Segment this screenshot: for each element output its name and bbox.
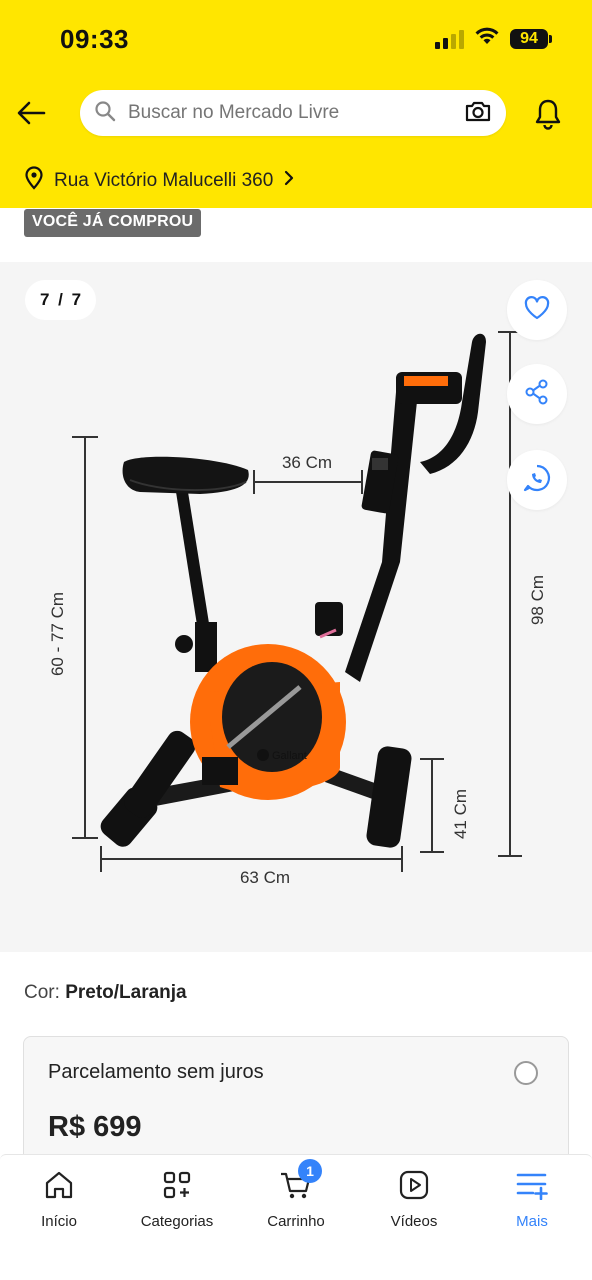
video-icon — [394, 1165, 434, 1205]
back-arrow-icon[interactable] — [14, 96, 48, 130]
whatsapp-share-button[interactable] — [507, 450, 567, 510]
notifications-bell-icon[interactable] — [530, 96, 566, 132]
more-icon — [512, 1165, 552, 1205]
nav-label-mais: Mais — [516, 1213, 548, 1230]
nav-label-carrinho: Carrinho — [267, 1213, 325, 1230]
bottom-navigation: Início Categorias 1 Carrinho Vídeos Mais — [0, 1154, 592, 1280]
installment-radio[interactable] — [514, 1061, 538, 1085]
whatsapp-icon — [521, 462, 553, 499]
header: 09:33 94 Rua Victório Malucelli 360 — [0, 0, 592, 208]
search-icon — [94, 100, 116, 127]
nav-item-mais[interactable]: Mais — [473, 1165, 591, 1230]
nav-label-videos: Vídeos — [390, 1213, 438, 1230]
cart-icon: 1 — [276, 1159, 322, 1205]
search-bar[interactable] — [80, 90, 506, 136]
share-button[interactable] — [507, 364, 567, 424]
status-time: 09:33 — [60, 24, 129, 54]
favorite-button[interactable] — [507, 280, 567, 340]
battery-level: 94 — [510, 28, 548, 49]
brand-logo: Gallant — [272, 750, 307, 762]
signal-icon — [435, 29, 464, 49]
nav-label-inicio: Início — [41, 1213, 77, 1230]
image-counter: 7 / 7 — [25, 280, 97, 320]
exercise-bike-image: Gallant 36 Cm 60 - 77 Cm 98 Cm 63 Cm 41 … — [48, 331, 547, 887]
home-icon — [39, 1165, 79, 1205]
wifi-icon — [474, 26, 500, 51]
delivery-address[interactable]: Rua Victório Malucelli 360 — [24, 166, 295, 196]
dimension-seat-to-handle: 36 Cm — [282, 453, 332, 472]
price: R$ 699 — [48, 1111, 142, 1143]
location-pin-icon — [24, 166, 44, 196]
installment-title: Parcelamento sem juros — [48, 1061, 264, 1083]
chevron-right-icon — [283, 169, 295, 193]
heart-icon — [523, 295, 551, 326]
color-label: Cor: — [24, 982, 60, 1003]
dimension-foot-width: 41 Cm — [451, 789, 470, 839]
cart-count-badge: 1 — [298, 1159, 322, 1183]
product-image-gallery[interactable]: Gallant 36 Cm 60 - 77 Cm 98 Cm 63 Cm 41 … — [0, 262, 592, 952]
share-icon — [523, 378, 551, 411]
address-text: Rua Victório Malucelli 360 — [54, 170, 274, 191]
already-purchased-badge: VOCÊ JÁ COMPROU — [24, 209, 202, 237]
camera-icon[interactable] — [464, 99, 492, 128]
color-info: Cor: Preto/Laranja — [24, 982, 187, 1004]
nav-item-categorias[interactable]: Categorias — [118, 1165, 236, 1230]
nav-item-videos[interactable]: Vídeos — [355, 1165, 473, 1230]
nav-item-carrinho[interactable]: 1 Carrinho — [237, 1159, 355, 1230]
search-input[interactable] — [128, 102, 464, 124]
categories-icon — [157, 1165, 197, 1205]
nav-item-inicio[interactable]: Início — [0, 1165, 118, 1230]
dimension-total-height: 98 Cm — [528, 575, 547, 625]
battery-icon: 94 — [510, 28, 552, 49]
nav-label-categorias: Categorias — [140, 1213, 214, 1230]
color-value: Preto/Laranja — [65, 982, 187, 1003]
dimension-length: 63 Cm — [240, 868, 290, 887]
status-icons: 94 — [435, 26, 552, 51]
dimension-seat-height: 60 - 77 Cm — [48, 592, 67, 676]
